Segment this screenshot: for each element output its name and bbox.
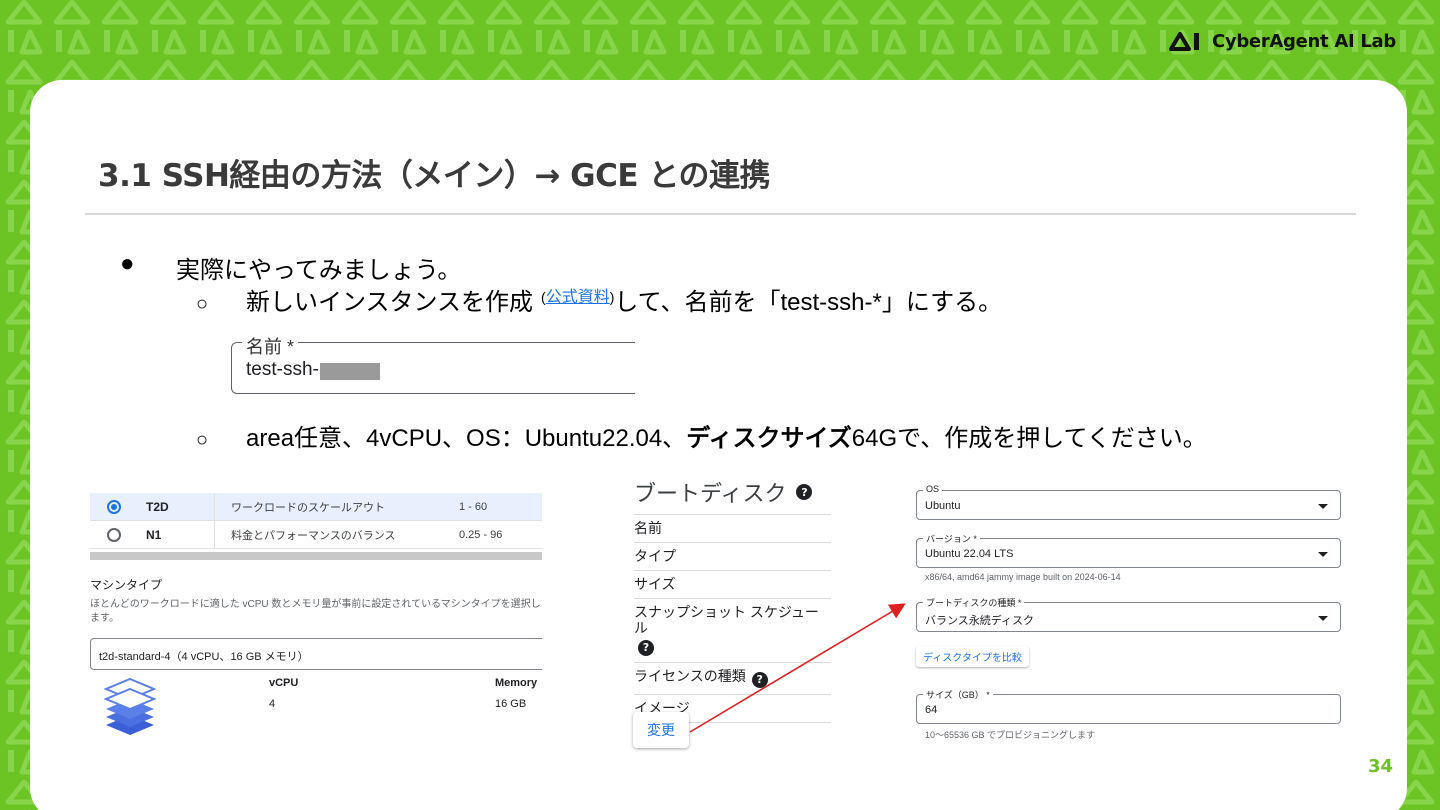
bullet-2: ○ 新しいインスタンスを作成 ( 公式資料 ) して、名前を「test-ssh-… <box>196 282 1002 317</box>
compare-disk-types-button[interactable]: ディスクタイプを比較 <box>916 646 1029 667</box>
version-value: Ubuntu 22.04 LTS <box>925 548 1014 560</box>
bullet-3-bold: ディスクサイズ <box>686 425 852 452</box>
list-item-label: サイズ <box>634 576 676 592</box>
name-field-label: 名前 * <box>242 333 299 359</box>
series-range: 0.25 - 96 <box>459 528 503 541</box>
list-item-label: ライセンスの種類 <box>634 668 746 684</box>
ai-logo-icon <box>1169 32 1199 51</box>
bullet-marker: ● <box>120 250 135 277</box>
boot-disk-title: ブートディスク ? <box>634 476 813 508</box>
redacted-block <box>320 363 380 380</box>
series-description: ワークロードのスケールアウト <box>214 493 459 520</box>
list-item-label: スナップショット スケジュール <box>634 604 819 636</box>
chevron-down-icon <box>1318 504 1328 509</box>
series-range: 1 - 60 <box>459 500 488 513</box>
list-item: ライセンスの種類? <box>634 662 831 694</box>
list-item-label: タイプ <box>634 548 676 564</box>
version-hint: x86/64, amd64 jammy image built on 2024-… <box>925 572 1121 582</box>
help-icon[interactable]: ? <box>638 640 654 656</box>
series-name: N1 <box>146 527 162 542</box>
brand-logo: CyberAgent AI Lab <box>1168 30 1396 52</box>
list-item: サイズ <box>634 570 831 598</box>
memory-header: Memory <box>495 677 538 689</box>
os-select[interactable]: OS Ubuntu <box>916 484 1341 520</box>
memory-value: 16 GB <box>495 698 527 710</box>
list-item: 名前 <box>634 514 831 542</box>
table-row[interactable]: N1 料金とパフォーマンスのバランス 0.25 - 96 <box>90 521 542 549</box>
bullet-1-text: 実際にやってみましょう。 <box>176 257 462 284</box>
list-item-label: 名前 <box>634 520 662 536</box>
change-button[interactable]: 変更 <box>633 712 689 748</box>
radio-button[interactable] <box>107 527 121 542</box>
size-value: 64 <box>925 704 938 716</box>
bullet-marker: ○ <box>196 293 209 315</box>
chevron-down-icon <box>1318 616 1328 621</box>
os-label: OS <box>923 484 943 494</box>
radio-button[interactable] <box>107 499 121 514</box>
disk-type-label: ブートディスクの種類 * <box>923 596 1025 609</box>
slide-title: 3.1 SSH経由の方法（メイン）→ GCE との連携 <box>98 158 771 194</box>
machine-series-table: T2D ワークロードのスケールアウト 1 - 60 N1 料金とパフォーマンスの… <box>90 493 542 549</box>
size-label: サイズ（GB） * <box>923 688 993 701</box>
help-icon[interactable]: ? <box>751 672 768 688</box>
page-number: 34 <box>1368 756 1394 777</box>
series-description: 料金とパフォーマンスのバランス <box>214 521 459 548</box>
instance-name-field[interactable]: 名前 * test-ssh- <box>231 333 635 394</box>
bullet-2-text-after: して、名前を「test-ssh-*」にする。 <box>614 289 1003 316</box>
chevron-down-icon <box>1318 552 1328 557</box>
disk-type-value: バランス永続ディスク <box>925 615 1035 627</box>
disk-type-select[interactable]: ブートディスクの種類 * バランス永続ディスク <box>916 596 1341 632</box>
machine-type-description: ほとんどのワークロードに適した vCPU 数とメモリ量が事前に設定されているマシ… <box>90 599 541 624</box>
boot-disk-list: 名前 タイプ サイズ スナップショット スケジュール? ライセンスの種類? イメ… <box>634 514 831 723</box>
vcpu-header: vCPU <box>269 677 299 689</box>
size-input[interactable]: サイズ（GB） * 64 <box>916 688 1341 724</box>
version-select[interactable]: バージョン * Ubuntu 22.04 LTS <box>916 532 1341 568</box>
os-value: Ubuntu <box>925 500 961 512</box>
brand-name: CyberAgent AI Lab <box>1212 30 1396 52</box>
bullet-marker: ○ <box>196 429 209 451</box>
table-row[interactable]: T2D ワークロードのスケールアウト 1 - 60 <box>90 493 542 521</box>
version-label: バージョン * <box>923 532 980 545</box>
layers-icon <box>104 677 156 735</box>
title-divider <box>85 213 1356 215</box>
name-field-value: test-ssh- <box>246 359 319 380</box>
list-item: タイプ <box>634 542 831 570</box>
bullet-3: ○ area任意、4vCPU、OS：Ubuntu22.04、 ディスクサイズ 6… <box>196 418 1207 453</box>
boot-disk-title-text: ブートディスク <box>634 481 787 506</box>
list-item: スナップショット スケジュール? <box>634 598 831 662</box>
bullet-3-text: area任意、4vCPU、OS：Ubuntu22.04、 <box>246 425 687 452</box>
bullet-3-tail: 64Gで、作成を押してください。 <box>851 425 1207 452</box>
horizontal-scrollbar[interactable] <box>90 552 542 560</box>
help-icon[interactable]: ? <box>796 484 813 500</box>
vcpu-value: 4 <box>269 698 276 710</box>
official-docs-link[interactable]: 公式資料 <box>546 283 610 307</box>
series-name: T2D <box>146 499 169 514</box>
bullet-2-text: 新しいインスタンスを作成 <box>246 289 534 316</box>
bullet-1: ● 実際にやってみましょう。 <box>120 250 461 285</box>
machine-type-select[interactable]: t2d-standard-4（4 vCPU、16 GB メモリ） <box>90 638 542 670</box>
paren-close: ) <box>609 289 615 305</box>
size-hint: 10〜65536 GB でプロビジョニングします <box>925 730 1096 740</box>
machine-type-title: マシンタイプ <box>90 578 163 592</box>
